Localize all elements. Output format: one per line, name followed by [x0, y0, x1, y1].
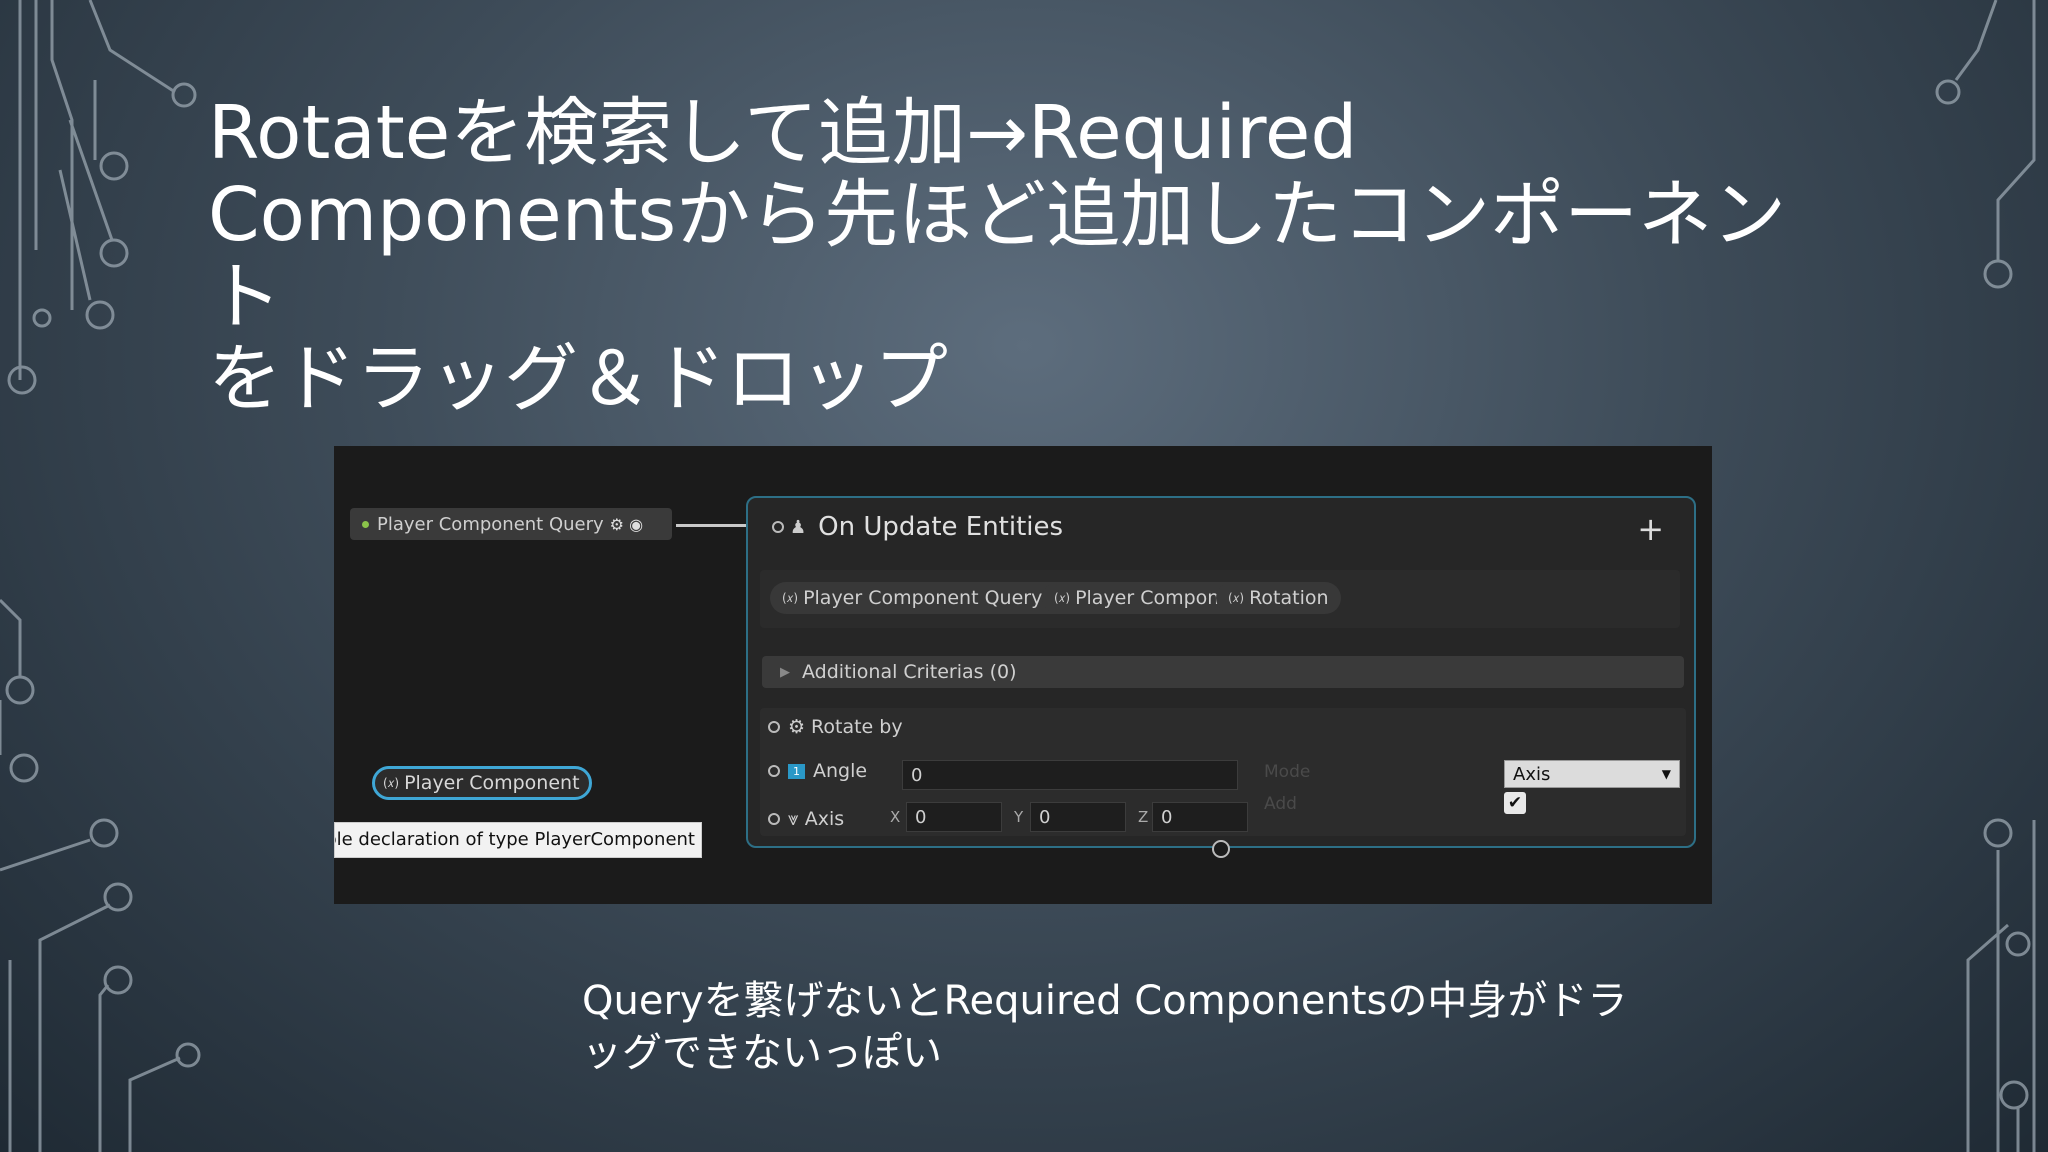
number-icon: 1 [788, 763, 805, 779]
port-icon[interactable] [768, 721, 780, 733]
add-label: Add [1264, 794, 1297, 814]
axis-label: Axis [804, 808, 845, 830]
input-port-icon[interactable] [772, 521, 784, 533]
axis-x-input[interactable]: 0 [906, 802, 1002, 832]
slide-title: Rotateを検索して追加→Required Componentsから先ほど追加… [208, 90, 1787, 422]
output-port-icon[interactable] [1212, 840, 1230, 858]
dropdown-arrow-icon: ▼ [1661, 767, 1671, 781]
mode-select[interactable]: Axis ▼ [1504, 760, 1680, 788]
criteria-label: Additional Criterias (0) [802, 661, 1017, 683]
add-icon[interactable]: + [1637, 510, 1664, 548]
angle-row: 1 Angle [768, 760, 867, 782]
drag-tooltip: ble declaration of type PlayerComponent [334, 822, 702, 858]
port-icon[interactable] [768, 765, 780, 777]
variable-icon: (𝑥) [782, 590, 799, 605]
additional-criterias-foldout[interactable]: ▶ Additional Criterias (0) [762, 656, 1684, 688]
on-update-entities-node[interactable]: ♟ On Update Entities + (𝑥) Player Compon… [746, 496, 1696, 848]
expand-triangle-icon: ▶ [780, 664, 790, 680]
y-label: Y [1014, 808, 1024, 826]
node-header: ♟ On Update Entities + [748, 498, 1694, 556]
axis-icon: ⩔ [788, 808, 799, 830]
query-node-label: Player Component Query [377, 513, 604, 535]
required-components-row: (𝑥) Player Component Query Entity (𝑥) Pl… [760, 570, 1680, 628]
rotate-by-header: ⚙ Rotate by [768, 716, 903, 738]
query-type-icon: ⚙ ◉ [609, 514, 644, 534]
dragged-player-component-pill[interactable]: (𝑥) Player Component [372, 766, 592, 800]
axis-row: ⩔ Axis [768, 808, 844, 830]
node-title: On Update Entities [818, 512, 1064, 542]
rotate-icon: ⚙ [788, 716, 806, 738]
pill-label: Player Component [404, 772, 580, 794]
rotate-by-label: Rotate by [811, 716, 903, 738]
circuit-decoration-right [1935, 0, 2036, 1152]
slide-caption: Queryを繋げないとRequired Componentsの中身がドラッグでき… [582, 978, 1628, 1076]
add-checkbox[interactable]: ✔ [1504, 792, 1526, 814]
angle-label: Angle [813, 760, 868, 782]
field-chip-rotation[interactable]: (𝑥) Rotation [1216, 582, 1341, 614]
entity-icon: ♟ [790, 516, 807, 538]
circuit-decoration-left [0, 0, 201, 1152]
variable-icon: (𝑥) [1228, 590, 1245, 605]
mode-select-value: Axis [1513, 763, 1551, 785]
variable-icon: (𝑥) [1054, 590, 1071, 605]
status-dot-icon [362, 520, 369, 528]
tooltip-text: ble declaration of type PlayerComponent [334, 829, 695, 850]
port-icon[interactable] [768, 813, 780, 825]
angle-input[interactable]: 0 [902, 760, 1238, 790]
axis-z-input[interactable]: 0 [1152, 802, 1248, 832]
chip-label: Rotation [1249, 587, 1329, 609]
axis-y-input[interactable]: 0 [1030, 802, 1126, 832]
mode-label: Mode [1264, 762, 1311, 782]
player-component-query-node[interactable]: Player Component Query ⚙ ◉ [350, 508, 672, 540]
x-label: X [890, 808, 901, 826]
editor-screenshot: Player Component Query ⚙ ◉ ♟ On Update E… [334, 446, 1712, 904]
connection-wire [676, 524, 756, 527]
z-label: Z [1138, 808, 1149, 826]
variable-icon: (𝑥) [383, 775, 400, 790]
